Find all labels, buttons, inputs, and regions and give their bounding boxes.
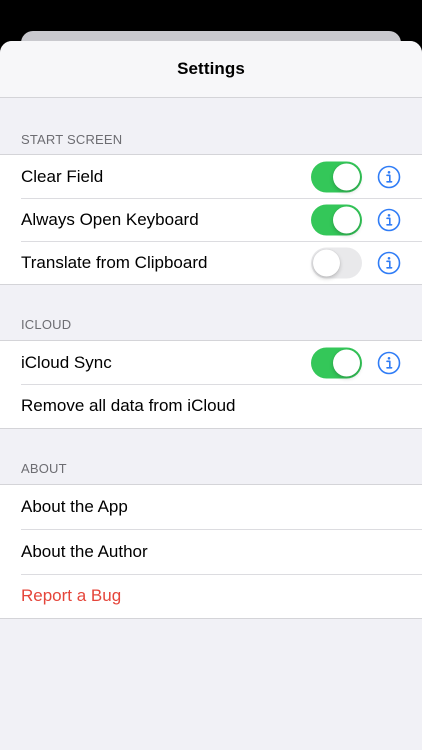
- toggle-knob: [313, 249, 340, 276]
- row-about-the-author[interactable]: About the Author: [0, 529, 422, 574]
- report-bug-label: Report a Bug: [21, 586, 122, 605]
- icloud-sync-toggle[interactable]: [311, 347, 362, 378]
- group-start-screen: Clear Field Always Open Keyboard Transla…: [0, 154, 422, 285]
- page-title: Settings: [177, 59, 245, 78]
- toggle-knob: [333, 206, 360, 233]
- group-icloud: iCloud Sync Remove all data from iCloud: [0, 340, 422, 429]
- row-label: About the App: [21, 497, 128, 516]
- row-label: Remove all data from iCloud: [21, 396, 236, 415]
- row-label: About the Author: [21, 541, 148, 561]
- row-clear-field: Clear Field: [0, 155, 422, 198]
- info-icon[interactable]: [377, 208, 401, 232]
- row-icloud-sync: iCloud Sync: [0, 341, 422, 384]
- clear-field-toggle[interactable]: [311, 161, 362, 192]
- always-open-keyboard-toggle[interactable]: [311, 204, 362, 235]
- row-translate-from-clipboard: Translate from Clipboard: [0, 241, 422, 284]
- section-header-icloud: ICLOUD: [21, 317, 72, 332]
- row-report-a-bug[interactable]: Report a Bug: [0, 574, 422, 618]
- info-icon[interactable]: [377, 251, 401, 275]
- translate-from-clipboard-toggle[interactable]: [311, 247, 362, 278]
- info-icon[interactable]: [377, 351, 401, 375]
- section-header-about: ABOUT: [21, 461, 67, 476]
- section-header-start-screen: START SCREEN: [21, 132, 123, 147]
- toggle-knob: [333, 163, 360, 190]
- row-always-open-keyboard: Always Open Keyboard: [0, 198, 422, 241]
- row-remove-icloud-data[interactable]: Remove all data from iCloud: [0, 384, 422, 428]
- info-icon[interactable]: [377, 165, 401, 189]
- group-about: About the App About the Author Report a …: [0, 484, 422, 619]
- toggle-knob: [333, 349, 360, 376]
- row-about-the-app[interactable]: About the App: [0, 485, 422, 529]
- navigation-bar: Settings: [0, 41, 422, 98]
- screen: Settings START SCREEN Clear Field Always…: [0, 0, 422, 750]
- settings-sheet: Settings START SCREEN Clear Field Always…: [0, 41, 422, 750]
